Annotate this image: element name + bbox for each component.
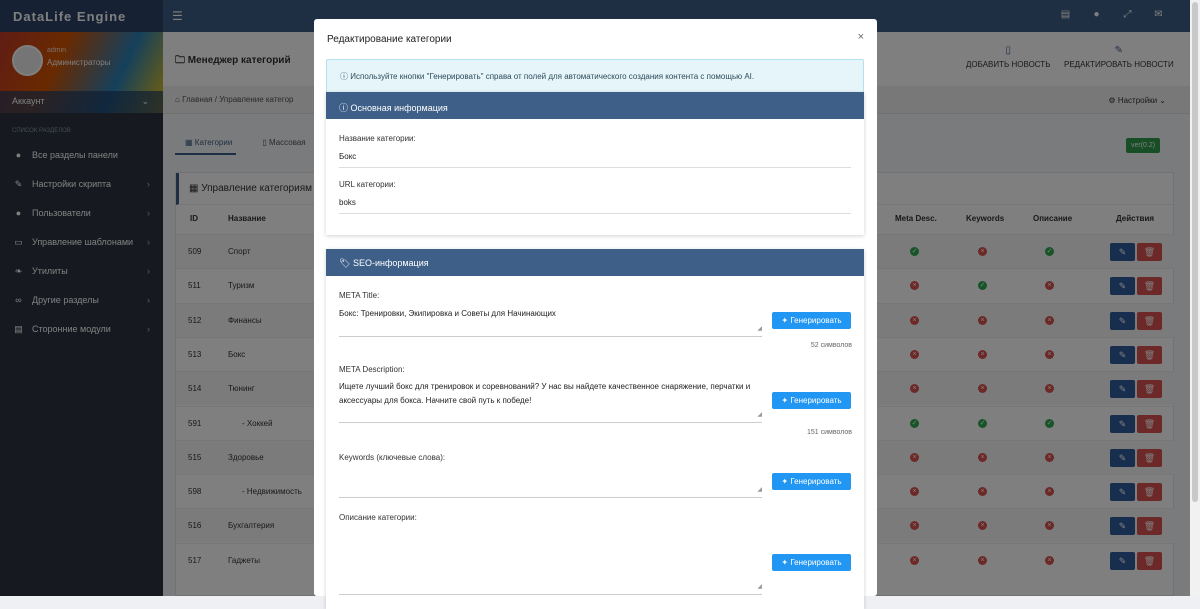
keywords-label: Keywords (ключевые слова):	[339, 453, 446, 462]
basic-info-title: Основная информация	[350, 103, 448, 113]
basic-info-header: ⓘ Основная информация	[326, 92, 864, 119]
resize-handle-icon[interactable]: ◢	[757, 408, 762, 422]
scrollbar[interactable]	[1190, 0, 1200, 596]
meta-title-textarea[interactable]: Бокс: Тренировки, Экипировка и Советы дл…	[339, 307, 762, 337]
info-text: Используйте кнопки "Генерировать" справа…	[350, 72, 755, 81]
meta-title-label: META Title:	[339, 291, 380, 300]
name-label: Название категории:	[339, 134, 416, 143]
generate-label: Генерировать	[790, 396, 842, 405]
generate-description-button[interactable]: ✦ Генерировать	[772, 554, 851, 571]
resize-handle-icon[interactable]: ◢	[757, 483, 762, 497]
url-label: URL категории:	[339, 180, 396, 189]
scrollbar-thumb[interactable]	[1192, 2, 1198, 502]
basic-info-card: ⓘ Основная информация Название категории…	[326, 92, 864, 235]
info-icon: ⓘ	[340, 72, 351, 81]
meta-desc-counter: 151 символов	[806, 429, 852, 436]
description-textarea[interactable]: ◢	[339, 529, 762, 595]
close-icon[interactable]: ×	[858, 31, 864, 43]
info-alert: ⓘ Используйте кнопки "Генерировать" спра…	[326, 59, 864, 93]
resize-handle-icon[interactable]: ◢	[757, 322, 762, 336]
description-label: Описание категории:	[339, 513, 417, 522]
generate-label: Генерировать	[790, 558, 842, 567]
meta-desc-label: META Description:	[339, 365, 405, 374]
seo-title: SEO-информация	[352, 258, 429, 268]
generate-label: Генерировать	[790, 477, 842, 486]
tag-icon: 🏷	[339, 258, 353, 268]
generate-meta-title-button[interactable]: ✦ Генерировать	[772, 312, 851, 329]
meta-desc-value: Ищете лучший бокс для тренировок и сорев…	[339, 382, 751, 405]
seo-card: 🏷 SEO-информация META Title: Бокс: Трени…	[326, 249, 864, 609]
generate-keywords-button[interactable]: ✦ Генерировать	[772, 473, 851, 490]
edit-category-modal: Редактирование категории × ⓘ Используйте…	[314, 19, 877, 609]
meta-title-value: Бокс: Тренировки, Экипировка и Советы дл…	[339, 309, 556, 318]
name-input[interactable]: Бокс	[339, 152, 851, 168]
keywords-textarea[interactable]: ◢	[339, 469, 762, 498]
info-icon: ⓘ	[339, 103, 351, 113]
generate-meta-desc-button[interactable]: ✦ Генерировать	[772, 392, 851, 409]
meta-desc-textarea[interactable]: Ищете лучший бокс для тренировок и сорев…	[339, 380, 762, 423]
generate-label: Генерировать	[790, 316, 842, 325]
meta-title-counter: 52 символов	[810, 342, 852, 349]
url-input[interactable]: boks	[339, 198, 851, 214]
seo-header: 🏷 SEO-информация	[326, 249, 864, 276]
resize-handle-icon[interactable]: ◢	[757, 580, 762, 594]
modal-title: Редактирование категории	[327, 34, 452, 45]
